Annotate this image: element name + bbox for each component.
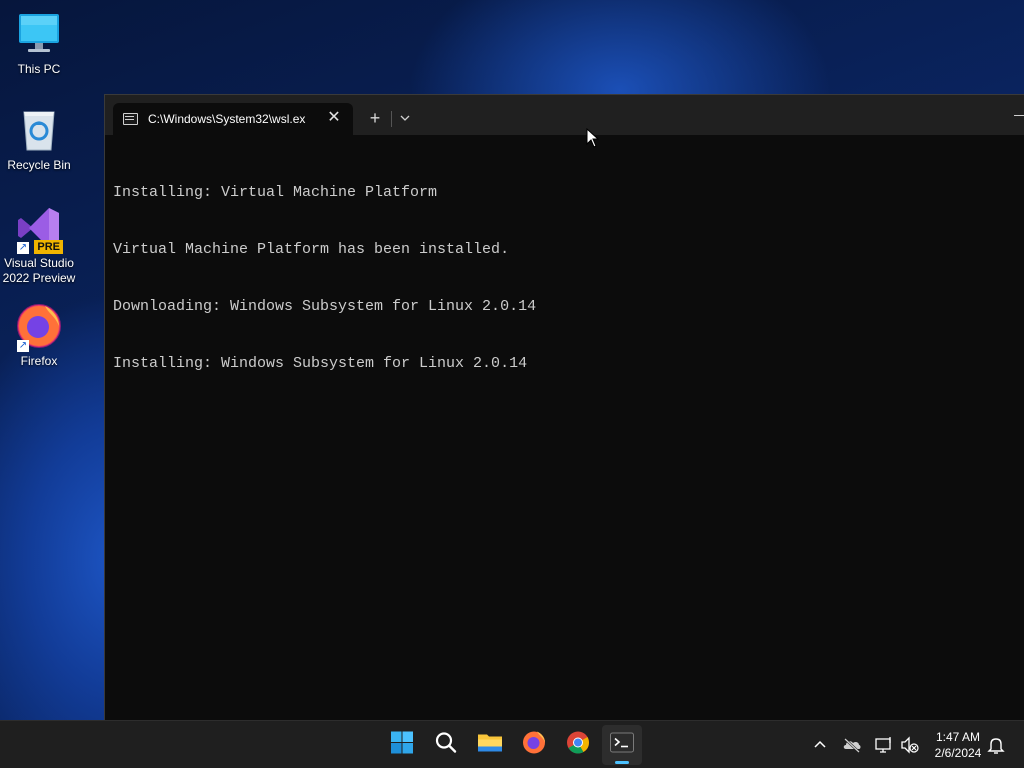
terminal-output[interactable]: Installing: Virtual Machine Platform Vir… xyxy=(113,145,1016,411)
desktop-icon-label: Recycle Bin xyxy=(7,158,71,172)
onedrive-offline-icon[interactable] xyxy=(842,735,862,755)
mouse-pointer-icon xyxy=(586,127,600,148)
recycle-bin-icon xyxy=(15,106,63,154)
terminal-line: Installing: Windows Subsystem for Linux … xyxy=(113,355,528,372)
firefox-taskbar-button[interactable] xyxy=(514,725,554,765)
desktop-icon-firefox[interactable]: ↗ Firefox xyxy=(0,302,78,369)
notification-button[interactable] xyxy=(986,735,1006,755)
terminal-line: Installing: Virtual Machine Platform xyxy=(113,184,438,201)
desktop-icon-label: Visual Studio 2022 Preview xyxy=(2,256,76,285)
terminal-window[interactable]: C:\Windows\System32\wsl.ex ✕ + Installin… xyxy=(104,94,1024,720)
file-explorer-button[interactable] xyxy=(470,725,510,765)
tab-title: C:\Windows\System32\wsl.ex xyxy=(148,112,306,126)
desktop-icon-label: Firefox xyxy=(20,354,58,368)
shortcut-arrow-icon: ↗ xyxy=(17,242,29,254)
desktop-icon-label: This PC xyxy=(17,62,61,76)
chrome-taskbar-button[interactable] xyxy=(558,725,598,765)
firefox-icon: ↗ xyxy=(15,302,63,352)
new-tab-button[interactable]: + xyxy=(363,109,387,129)
terminal-line: Virtual Machine Platform has been instal… xyxy=(113,241,510,258)
start-button[interactable] xyxy=(382,725,422,765)
terminal-icon xyxy=(610,732,634,758)
monitor-icon xyxy=(15,10,63,58)
terminal-line: Downloading: Windows Subsystem for Linux… xyxy=(113,298,537,315)
title-bar[interactable]: C:\Windows\System32\wsl.ex ✕ + xyxy=(105,95,1024,135)
show-hidden-icons-button[interactable] xyxy=(810,735,830,755)
tab-dropdown-button[interactable] xyxy=(395,110,415,128)
file-explorer-icon xyxy=(477,732,503,759)
desktop-icon-visual-studio[interactable]: PRE ↗ Visual Studio 2022 Preview xyxy=(0,204,78,286)
clock[interactable]: 1:47 AM 2/6/2024 xyxy=(926,729,990,761)
shortcut-arrow-icon: ↗ xyxy=(17,340,29,352)
desktop-icon-recycle-bin[interactable]: Recycle Bin xyxy=(0,106,78,173)
tab-wsl[interactable]: C:\Windows\System32\wsl.ex ✕ xyxy=(113,103,353,135)
chrome-icon xyxy=(566,731,590,760)
chevron-up-icon xyxy=(814,740,826,748)
firefox-icon xyxy=(522,731,546,760)
search-button[interactable] xyxy=(426,725,466,765)
chevron-down-icon xyxy=(400,115,410,121)
taskbar: 1:47 AM 2/6/2024 xyxy=(0,720,1024,768)
network-icon[interactable] xyxy=(874,735,894,755)
active-indicator xyxy=(615,761,629,764)
tab-close-button[interactable]: ✕ xyxy=(325,109,343,127)
command-prompt-icon xyxy=(123,113,138,125)
clock-time: 1:47 AM xyxy=(935,730,981,744)
terminal-taskbar-button[interactable] xyxy=(602,725,642,765)
pre-badge: PRE xyxy=(34,240,63,254)
visual-studio-icon: PRE ↗ xyxy=(15,204,63,254)
start-icon xyxy=(390,731,414,760)
search-icon xyxy=(434,731,458,760)
desktop-icon-this-pc[interactable]: This PC xyxy=(0,10,78,77)
volume-muted-icon[interactable] xyxy=(900,735,920,755)
divider xyxy=(391,111,392,127)
clock-date: 2/6/2024 xyxy=(934,746,982,760)
minimize-button[interactable] xyxy=(1012,109,1024,121)
notification-bell-icon xyxy=(987,738,1005,754)
